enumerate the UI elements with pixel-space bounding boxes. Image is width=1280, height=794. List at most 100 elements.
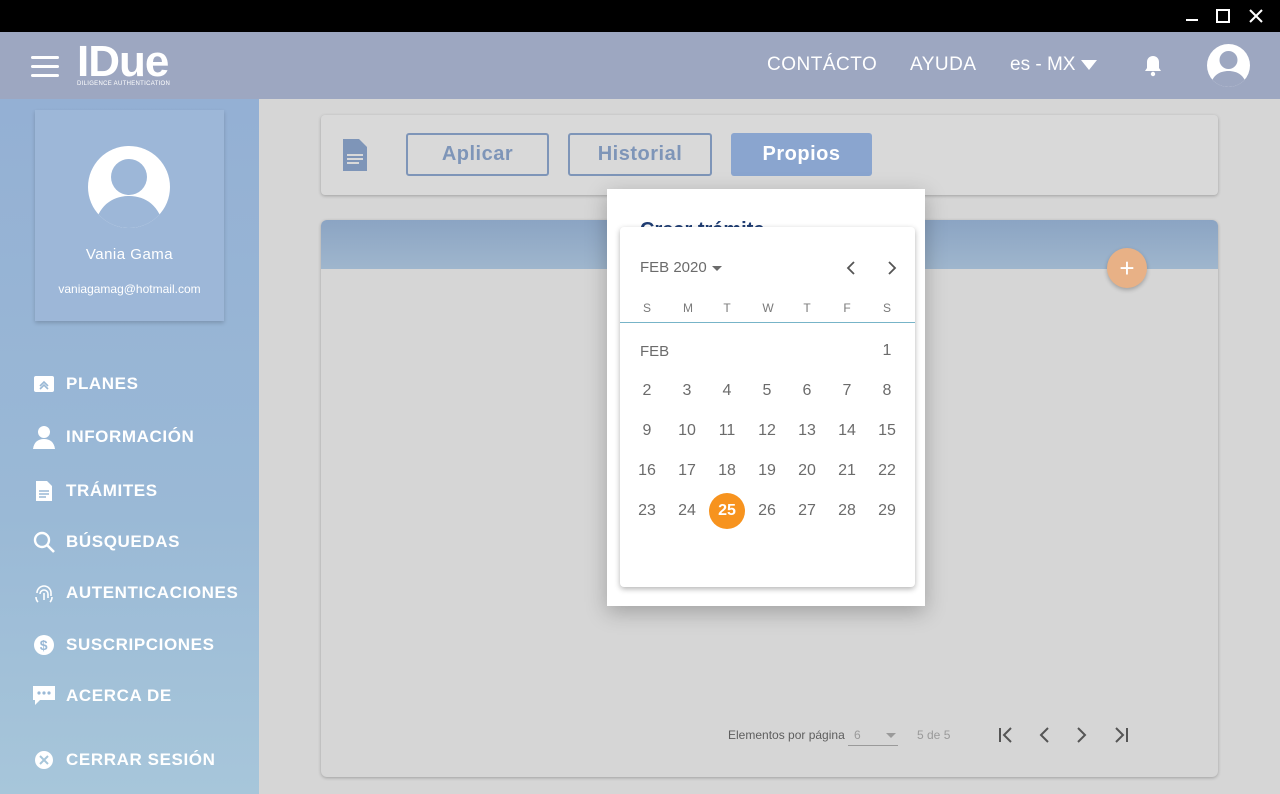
window-titlebar [0, 0, 1280, 32]
sidebar-item-busquedas[interactable]: BÚSQUEDAS [32, 528, 180, 556]
calendar-day[interactable]: 13 [789, 413, 825, 449]
sidebar-item-label: CERRAR SESIÓN [66, 750, 216, 769]
first-page-icon[interactable] [993, 722, 1019, 748]
profile-name: Vania Gama [85, 246, 174, 263]
minimize-icon[interactable] [1176, 0, 1208, 32]
svg-text:$: $ [40, 637, 48, 653]
calendar-day[interactable]: 14 [829, 413, 865, 449]
previous-month-icon[interactable] [840, 257, 862, 279]
previous-page-icon[interactable] [1032, 722, 1058, 748]
selected-day[interactable]: 25 [709, 493, 745, 529]
sidebar-item-informacion[interactable]: INFORMACIÓN [32, 423, 194, 451]
calendar-day[interactable]: 29 [869, 493, 905, 529]
weekday-label: M [683, 301, 693, 315]
calendar-divider [620, 322, 915, 323]
sidebar-item-label: AUTENTICACIONES [66, 583, 239, 602]
weekday-label: T [723, 301, 731, 315]
maximize-icon[interactable] [1207, 0, 1239, 32]
items-per-page-label: Elementos por página [728, 728, 845, 742]
logo: IDue DILIGENCE AUTHENTICATION [77, 37, 171, 88]
next-month-icon[interactable] [881, 257, 903, 279]
calendar-day[interactable]: 27 [789, 493, 825, 529]
next-page-icon[interactable] [1068, 722, 1094, 748]
sidebar-item-label: ACERCA DE [66, 686, 172, 705]
nav-contact-link[interactable]: CONTÁCTO [767, 54, 877, 76]
history-button[interactable]: Historial [568, 133, 712, 176]
user-avatar[interactable] [1207, 44, 1250, 87]
items-per-page-select[interactable]: 6 [848, 726, 898, 746]
calendar-day[interactable]: 2 [629, 373, 665, 409]
calendar-day[interactable]: 15 [869, 413, 905, 449]
add-button[interactable]: + [1107, 248, 1147, 288]
calendar-day[interactable]: 5 [749, 373, 785, 409]
calendar-day[interactable]: 17 [669, 453, 705, 489]
language-value: es - MX [1010, 54, 1076, 75]
period-label: FEB 2020 [640, 259, 707, 276]
calendar-day[interactable]: 24 [669, 493, 705, 529]
weekday-label: S [882, 301, 891, 315]
close-circle-icon [32, 748, 56, 772]
document-icon [342, 138, 368, 172]
dollar-icon: $ [32, 633, 56, 657]
sidebar-item-label: PLANES [66, 374, 139, 393]
calendar-day[interactable]: 23 [629, 493, 665, 529]
language-selector[interactable]: es - MX [1010, 54, 1098, 76]
calendar-day[interactable]: 3 [669, 373, 705, 409]
month-label: FEB [640, 343, 670, 360]
sidebar-item-cerrar-sesion[interactable]: CERRAR SESIÓN [32, 746, 216, 774]
chat-icon [32, 684, 56, 708]
page-range: 5 de 5 [917, 728, 951, 742]
calendar-day[interactable]: 4 [709, 373, 745, 409]
chevron-down-icon [711, 266, 722, 271]
calendar-day[interactable]: 19 [749, 453, 785, 489]
calendar-day[interactable]: 6 [789, 373, 825, 409]
plus-icon: + [1119, 252, 1135, 283]
logo-subtitle: DILIGENCE AUTHENTICATION [77, 81, 171, 87]
items-per-page-value: 6 [854, 728, 861, 742]
calendar-day[interactable]: 20 [789, 453, 825, 489]
profile-avatar [88, 146, 170, 228]
search-icon [32, 530, 56, 554]
document-icon [32, 479, 56, 503]
chevron-down-icon [886, 733, 896, 738]
chevron-down-icon [1081, 59, 1098, 70]
calendar-day[interactable]: 28 [829, 493, 865, 529]
period-selector[interactable]: FEB 2020 [640, 259, 722, 276]
plans-icon [32, 372, 56, 396]
sidebar-item-suscripciones[interactable]: $ SUSCRIPCIONES [32, 631, 215, 659]
calendar-day[interactable]: 16 [629, 453, 665, 489]
sidebar-item-label: INFORMACIÓN [66, 427, 195, 446]
calendar-day[interactable]: 11 [709, 413, 745, 449]
calendar-day[interactable]: 9 [629, 413, 665, 449]
last-page-icon[interactable] [1108, 722, 1134, 748]
menu-icon[interactable] [31, 56, 59, 78]
profile-email: vaniagamag@hotmail.com [58, 282, 201, 296]
sidebar-item-planes[interactable]: PLANES [32, 370, 139, 398]
sidebar-item-label: TRÁMITES [66, 481, 158, 500]
weekday-label: W [762, 301, 774, 315]
nav-help-link[interactable]: AYUDA [910, 54, 977, 76]
sidebar-item-acerca-de[interactable]: ACERCA DE [32, 682, 172, 710]
weekday-label: T [803, 301, 811, 315]
calendar-day[interactable]: 22 [869, 453, 905, 489]
calendar-day[interactable]: 1 [869, 333, 905, 369]
person-icon [32, 425, 56, 449]
fingerprint-icon [32, 581, 56, 605]
calendar-day[interactable]: 12 [749, 413, 785, 449]
logo-text: IDue [77, 37, 169, 86]
calendar-day[interactable]: 18 [709, 453, 745, 489]
close-icon[interactable] [1240, 0, 1272, 32]
calendar-day[interactable]: 26 [749, 493, 785, 529]
weekday-label: S [642, 301, 651, 315]
sidebar-item-tramites[interactable]: TRÁMITES [32, 477, 158, 505]
calendar-day[interactable]: 7 [829, 373, 865, 409]
calendar-day[interactable]: 21 [829, 453, 865, 489]
weekday-label: F [843, 301, 851, 315]
apply-button[interactable]: Aplicar [406, 133, 549, 176]
sidebar-item-autenticaciones[interactable]: AUTENTICACIONES [32, 579, 238, 607]
own-button[interactable]: Propios [731, 133, 872, 176]
calendar-day[interactable]: 10 [669, 413, 705, 449]
calendar-day[interactable]: 8 [869, 373, 905, 409]
bell-icon[interactable] [1142, 54, 1164, 78]
sidebar-item-label: SUSCRIPCIONES [66, 635, 215, 654]
